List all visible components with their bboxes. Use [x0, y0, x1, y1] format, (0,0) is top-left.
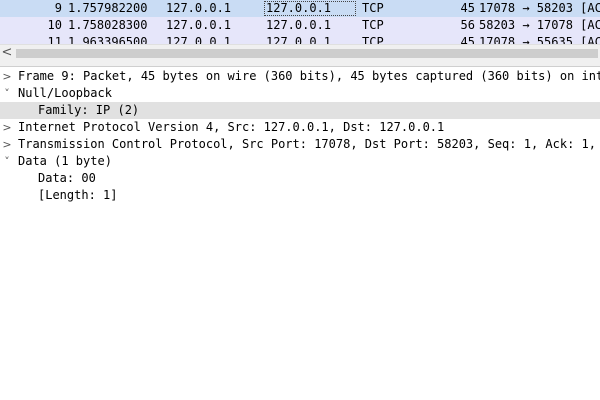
packet-destination[interactable]: 127.0.0.1 — [264, 1, 356, 16]
scroll-left-arrow-icon[interactable]: < — [0, 45, 14, 61]
tree-item-data[interactable]: ˅ Data (1 byte) — [0, 153, 600, 170]
chevron-right-icon[interactable]: > — [2, 119, 12, 136]
tree-item-label: Transmission Control Protocol, Src Port:… — [18, 137, 600, 151]
tree-item-tcp[interactable]: > Transmission Control Protocol, Src Por… — [0, 136, 600, 153]
packet-destination: 127.0.0.1 — [266, 18, 332, 32]
tree-item-label: [Length: 1] — [38, 188, 118, 202]
packet-info: 17078 → 58203 [AC — [479, 1, 600, 15]
tree-item-ipv4[interactable]: > Internet Protocol Version 4, Src: 127.… — [0, 119, 600, 136]
chevron-right-icon[interactable]: > — [2, 136, 12, 153]
tree-item-data-value[interactable]: Data: 00 — [0, 170, 600, 187]
packet-time: 1.963396500 — [68, 35, 148, 44]
tree-item-frame[interactable]: > Frame 9: Packet, 45 bytes on wire (360… — [0, 68, 600, 85]
packet-row-9[interactable]: 9 1.757982200 127.0.0.1 127.0.0.1 TCP 45… — [0, 0, 600, 17]
tree-item-label: Frame 9: Packet, 45 bytes on wire (360 b… — [18, 69, 600, 83]
packet-protocol: TCP — [362, 35, 384, 44]
packet-row-10[interactable]: 10 1.758028300 127.0.0.1 127.0.0.1 TCP 5… — [0, 17, 600, 34]
packet-protocol: TCP — [362, 1, 384, 15]
chevron-down-icon[interactable]: ˅ — [2, 85, 12, 102]
tree-item-label: Null/Loopback — [18, 86, 112, 100]
packet-time: 1.758028300 — [68, 18, 148, 32]
packet-info: 58203 → 17078 [AC — [479, 18, 600, 32]
packet-info: 17078 → 55635 [AC — [479, 35, 600, 44]
packet-number: 11 — [47, 35, 62, 44]
chevron-right-icon[interactable]: > — [2, 68, 12, 85]
tree-item-label: Family: IP (2) — [38, 103, 140, 117]
chevron-down-icon[interactable]: ˅ — [2, 153, 12, 170]
packet-list[interactable]: 9 1.757982200 127.0.0.1 127.0.0.1 TCP 45… — [0, 0, 600, 44]
packet-source: 127.0.0.1 — [166, 35, 232, 44]
tree-item-label: Data (1 byte) — [18, 154, 112, 168]
tree-item-length[interactable]: [Length: 1] — [0, 187, 600, 204]
packet-row-11[interactable]: 11 1.963396500 127.0.0.1 127.0.0.1 TCP 4… — [0, 34, 600, 44]
packet-number: 10 — [47, 18, 62, 32]
scrollbar-thumb[interactable] — [16, 49, 598, 58]
horizontal-scrollbar[interactable]: < — [0, 44, 600, 61]
packet-source: 127.0.0.1 — [166, 1, 232, 15]
tree-item-label: Data: 00 — [38, 171, 96, 185]
packet-length: 45 — [460, 1, 475, 15]
packet-time: 1.757982200 — [68, 1, 148, 15]
packet-destination: 127.0.0.1 — [266, 35, 332, 44]
tree-item-family[interactable]: Family: IP (2) — [0, 102, 600, 119]
packet-source: 127.0.0.1 — [166, 18, 232, 32]
packet-length: 45 — [460, 35, 475, 44]
tree-item-label: Internet Protocol Version 4, Src: 127.0.… — [18, 120, 445, 134]
packet-protocol: TCP — [362, 18, 384, 32]
tree-item-null-loopback[interactable]: ˅ Null/Loopback — [0, 85, 600, 102]
packet-number: 9 — [54, 1, 62, 15]
packet-details-tree[interactable]: > Frame 9: Packet, 45 bytes on wire (360… — [0, 67, 600, 400]
packet-length: 56 — [460, 18, 475, 32]
